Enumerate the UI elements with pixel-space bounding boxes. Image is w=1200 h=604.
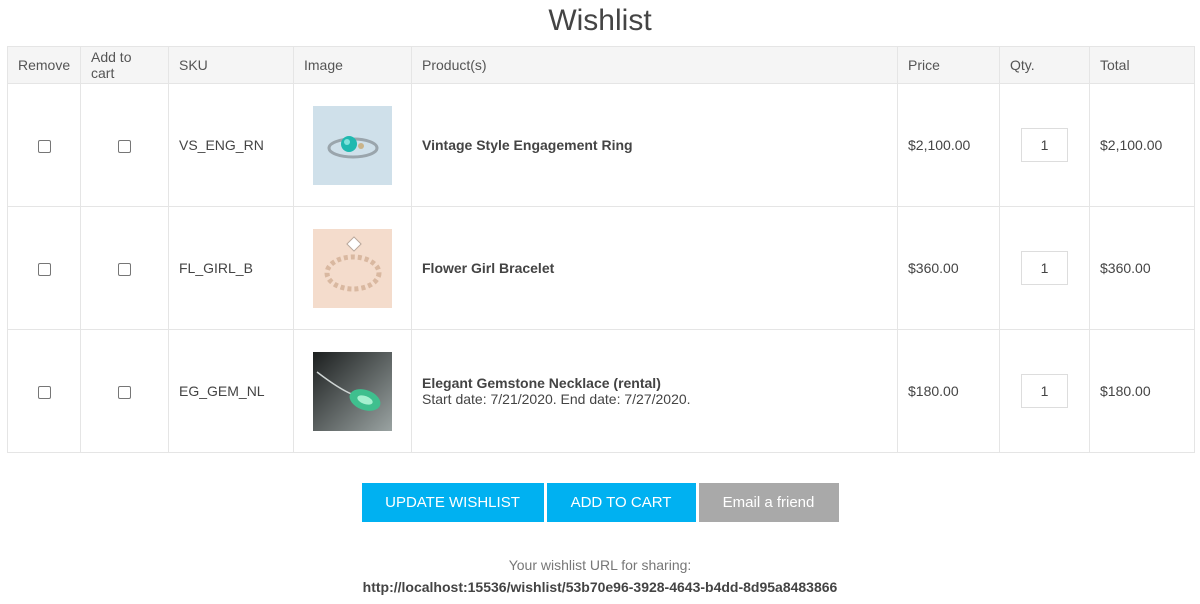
table-header-row: Remove Add to cart SKU Image Product(s) … <box>7 46 1195 84</box>
header-sku: SKU <box>168 46 294 84</box>
quantity-input[interactable]: 1 <box>1021 251 1068 285</box>
header-qty: Qty. <box>999 46 1090 84</box>
remove-checkbox[interactable] <box>37 139 51 153</box>
table-row: VS_ENG_RN Vintage Style Engagement Ring … <box>7 83 1195 207</box>
update-wishlist-button[interactable]: UPDATE WISHLIST <box>361 483 544 522</box>
header-price: Price <box>897 46 1000 84</box>
share-section: Your wishlist URL for sharing: http://lo… <box>0 556 1200 597</box>
add-to-cart-checkbox[interactable] <box>118 385 131 399</box>
bracelet-thumbnail-icon[interactable] <box>313 228 392 308</box>
share-url[interactable]: http://localhost:15536/wishlist/53b70e96… <box>0 577 1200 597</box>
price-cell: $180.00 <box>908 383 959 399</box>
necklace-thumbnail-icon[interactable] <box>313 351 392 431</box>
sku-cell: VS_ENG_RN <box>179 137 264 153</box>
remove-checkbox[interactable] <box>37 385 51 399</box>
product-name[interactable]: Elegant Gemstone Necklace (rental) <box>422 375 887 391</box>
price-cell: $2,100.00 <box>908 137 971 153</box>
header-image: Image <box>293 46 412 84</box>
add-to-cart-button[interactable]: ADD TO CART <box>546 483 696 522</box>
total-cell: $360.00 <box>1100 260 1151 276</box>
add-to-cart-checkbox[interactable] <box>118 139 131 153</box>
header-remove: Remove <box>7 46 81 84</box>
page-title: Wishlist <box>548 4 652 37</box>
add-to-cart-checkbox[interactable] <box>118 262 131 276</box>
total-cell: $2,100.00 <box>1100 137 1163 153</box>
quantity-input[interactable]: 1 <box>1021 374 1068 408</box>
remove-checkbox[interactable] <box>37 262 51 276</box>
header-products: Product(s) <box>411 46 898 84</box>
sku-cell: EG_GEM_NL <box>179 383 265 399</box>
sku-cell: FL_GIRL_B <box>179 260 253 276</box>
ring-thumbnail-icon[interactable] <box>313 105 392 185</box>
header-add-to-cart: Add to cart <box>80 46 169 84</box>
table-row: EG_GEM_NL Elegant Gemstone Necklace (ren… <box>7 329 1195 453</box>
total-cell: $180.00 <box>1100 383 1151 399</box>
product-name[interactable]: Flower Girl Bracelet <box>422 260 887 276</box>
product-name[interactable]: Vintage Style Engagement Ring <box>422 137 887 153</box>
email-friend-button[interactable]: Email a friend <box>698 483 839 522</box>
price-cell: $360.00 <box>908 260 959 276</box>
quantity-input[interactable]: 1 <box>1021 128 1068 162</box>
header-total: Total <box>1089 46 1195 84</box>
rental-dates: Start date: 7/21/2020. End date: 7/27/20… <box>422 391 691 407</box>
wishlist-table: Remove Add to cart SKU Image Product(s) … <box>7 46 1195 453</box>
wishlist-actions: UPDATE WISHLIST ADD TO CART Email a frie… <box>0 483 1200 522</box>
table-row: FL_GIRL_B Flower Girl Bracelet $360.00 1… <box>7 206 1195 330</box>
share-label: Your wishlist URL for sharing: <box>508 557 692 573</box>
